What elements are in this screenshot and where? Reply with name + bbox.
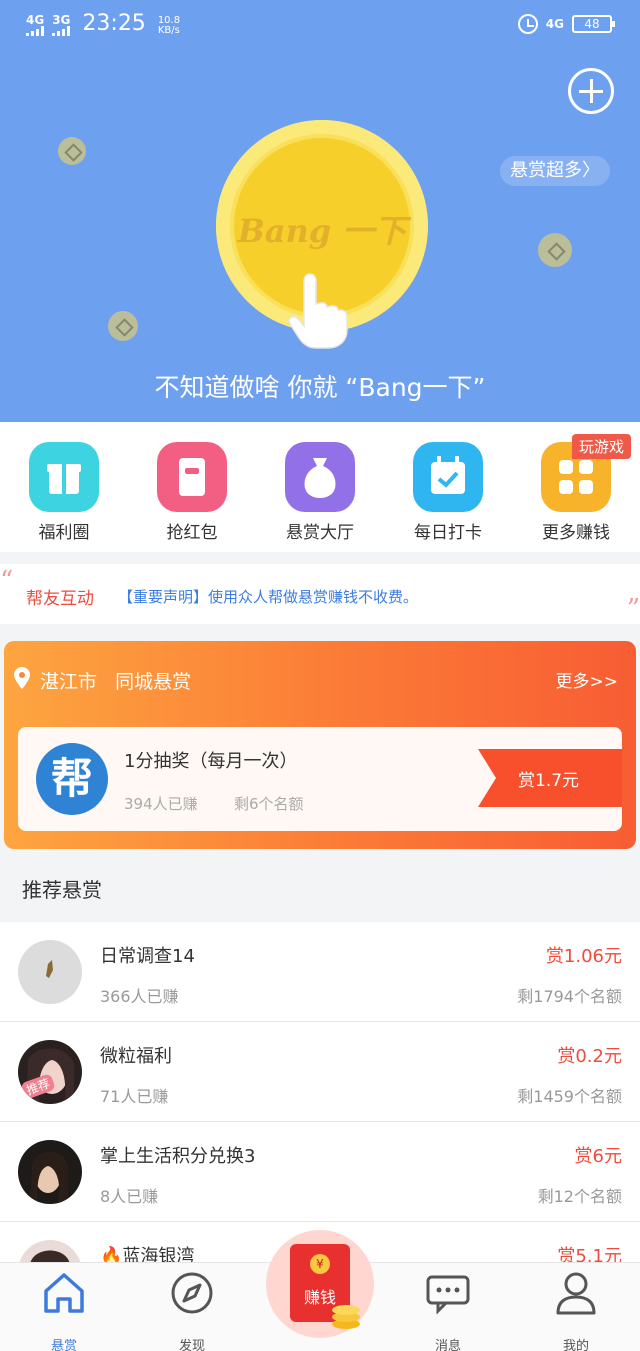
item-earned: 366人已赚 bbox=[100, 987, 179, 1006]
small-coin-icon bbox=[108, 311, 138, 341]
tab-label: 悬赏 bbox=[50, 1339, 77, 1351]
task-reward-button[interactable]: 赏1.7元 bbox=[478, 749, 622, 807]
play-game-badge: 玩游戏 bbox=[572, 434, 632, 459]
quick-item-label: 悬赏大厅 bbox=[286, 523, 354, 543]
quick-item-label: 福利圈 bbox=[38, 523, 90, 543]
item-remaining: 剩1794个名额 bbox=[517, 987, 622, 1006]
item-remaining: 剩12个名额 bbox=[537, 1187, 622, 1206]
item-earned: 8人已赚 bbox=[100, 1187, 159, 1206]
location-pin-icon bbox=[14, 667, 30, 689]
more-reward-link[interactable]: 悬赏超多〉 bbox=[500, 156, 610, 186]
task-remaining: 剩6个名额 bbox=[234, 795, 304, 813]
avatar bbox=[18, 1140, 82, 1204]
item-reward: 赏1.06元 bbox=[545, 946, 622, 967]
city-more-link[interactable]: 更多>> bbox=[556, 667, 619, 692]
signal-4g-label: 4G bbox=[26, 13, 45, 27]
item-reward: 赏6元 bbox=[574, 1146, 622, 1167]
item-name: 掌上生活积分兑换3 bbox=[100, 1146, 256, 1167]
user-icon bbox=[556, 1272, 596, 1315]
compass-icon bbox=[171, 1272, 213, 1314]
coin-stack-icon bbox=[332, 1305, 360, 1329]
tab-reward[interactable]: 悬赏 bbox=[24, 1269, 104, 1351]
quick-item-label: 更多赚钱 bbox=[542, 523, 610, 543]
speed-unit: KB/s bbox=[157, 25, 180, 36]
calendar-check-icon bbox=[413, 442, 483, 512]
tap-hand-icon bbox=[288, 273, 348, 349]
small-coin-icon bbox=[538, 233, 572, 267]
task-earned: 394人已赚 bbox=[124, 795, 198, 813]
gift-icon bbox=[29, 442, 99, 512]
signal-4g-icon: 4G bbox=[26, 14, 44, 36]
money-bag-icon bbox=[285, 442, 355, 512]
notice-text[interactable]: 【重要声明】使用众人帮做悬赏赚钱不收费。 bbox=[118, 586, 418, 607]
coin-label: Bang 一下 bbox=[237, 212, 407, 250]
section-title: 推荐悬赏 bbox=[22, 878, 102, 902]
tab-label: 发现 bbox=[178, 1339, 205, 1351]
city-name: 湛江市 bbox=[40, 671, 98, 693]
notice-title: 帮友互动 bbox=[26, 589, 94, 609]
tab-earn[interactable]: ¥ 赚钱 bbox=[266, 1230, 374, 1338]
task-name: 1分抽奖（每月一次） bbox=[124, 751, 298, 772]
network-speed: 10.8 KB/s bbox=[158, 16, 180, 36]
status-time: 23:25 bbox=[82, 11, 146, 36]
small-coin-icon bbox=[58, 137, 86, 165]
quote-close-icon: ” bbox=[626, 594, 640, 624]
signal-3g-label: 3G bbox=[52, 13, 71, 27]
alarm-icon bbox=[517, 14, 538, 34]
notice-bar[interactable]: “ 帮友互动 【重要声明】使用众人帮做悬赏赚钱不收费。 ” bbox=[0, 564, 640, 624]
status-bar: 4G 3G 23:25 10.8 KB/s 4G 48 bbox=[0, 0, 640, 52]
quote-open-icon: “ bbox=[0, 566, 14, 596]
quick-menu: 福利圈 抢红包 悬赏大厅 每日打卡 更多赚钱 bbox=[0, 422, 640, 552]
quick-item-label: 每日打卡 bbox=[414, 523, 482, 543]
city-title: 湛江市 同城悬赏 bbox=[40, 667, 191, 694]
tab-label: 消息 bbox=[434, 1339, 461, 1351]
city-section-title: 同城悬赏 bbox=[115, 671, 192, 693]
home-icon bbox=[44, 1273, 84, 1313]
city-task-card[interactable]: 帮 1分抽奖（每月一次） 394人已赚 剩6个名额 赏1.7元 bbox=[18, 727, 622, 831]
tab-mine[interactable]: 我的 bbox=[536, 1269, 616, 1351]
list-item[interactable]: 推荐 微粒福利 71人已赚 赏0.2元 剩1459个名额 bbox=[0, 1022, 640, 1122]
list-item[interactable]: 日常调查14 366人已赚 赏1.06元 剩1794个名额 bbox=[0, 922, 640, 1022]
signal-3g-icon: 3G bbox=[52, 14, 70, 36]
task-reward-label: 赏1.7元 bbox=[518, 771, 580, 791]
add-button[interactable] bbox=[568, 68, 614, 114]
hero-banner: 4G 3G 23:25 10.8 KB/s 4G 48 悬赏超多〉 Bang 一… bbox=[0, 0, 640, 422]
chat-icon bbox=[426, 1275, 470, 1315]
network-4g-label: 4G bbox=[545, 17, 564, 31]
item-earned: 71人已赚 bbox=[100, 1087, 169, 1106]
quick-item-label: 抢红包 bbox=[166, 523, 218, 543]
tab-label: 我的 bbox=[562, 1339, 589, 1351]
tab-message[interactable]: 消息 bbox=[408, 1269, 488, 1351]
item-reward: 赏0.2元 bbox=[557, 1046, 622, 1067]
item-name: 微粒福利 bbox=[100, 1046, 172, 1067]
red-packet-icon bbox=[157, 442, 227, 512]
battery-icon: 48 bbox=[572, 15, 615, 33]
bang-logo: 帮 bbox=[36, 743, 108, 815]
hero-slogan: 不知道做啥 你就 “Bang一下” bbox=[154, 373, 486, 402]
item-name: 日常调查14 bbox=[100, 946, 195, 967]
yen-seal: ¥ bbox=[310, 1254, 330, 1274]
avatar: 推荐 bbox=[18, 1040, 82, 1104]
quick-item-reward-hall[interactable]: 悬赏大厅 bbox=[272, 442, 368, 543]
city-reward-card: 湛江市 同城悬赏 更多>> 帮 1分抽奖（每月一次） 394人已赚 剩6个名额 … bbox=[4, 641, 636, 849]
quick-item-red-packet[interactable]: 抢红包 bbox=[144, 442, 240, 543]
list-item[interactable]: 掌上生活积分兑换3 8人已赚 赏6元 剩12个名额 bbox=[0, 1122, 640, 1222]
item-remaining: 剩1459个名额 bbox=[517, 1087, 622, 1106]
quick-item-daily-checkin[interactable]: 每日打卡 bbox=[400, 442, 496, 543]
quick-item-welfare[interactable]: 福利圈 bbox=[16, 442, 112, 543]
avatar bbox=[18, 940, 82, 1004]
tab-discover[interactable]: 发现 bbox=[152, 1269, 232, 1351]
